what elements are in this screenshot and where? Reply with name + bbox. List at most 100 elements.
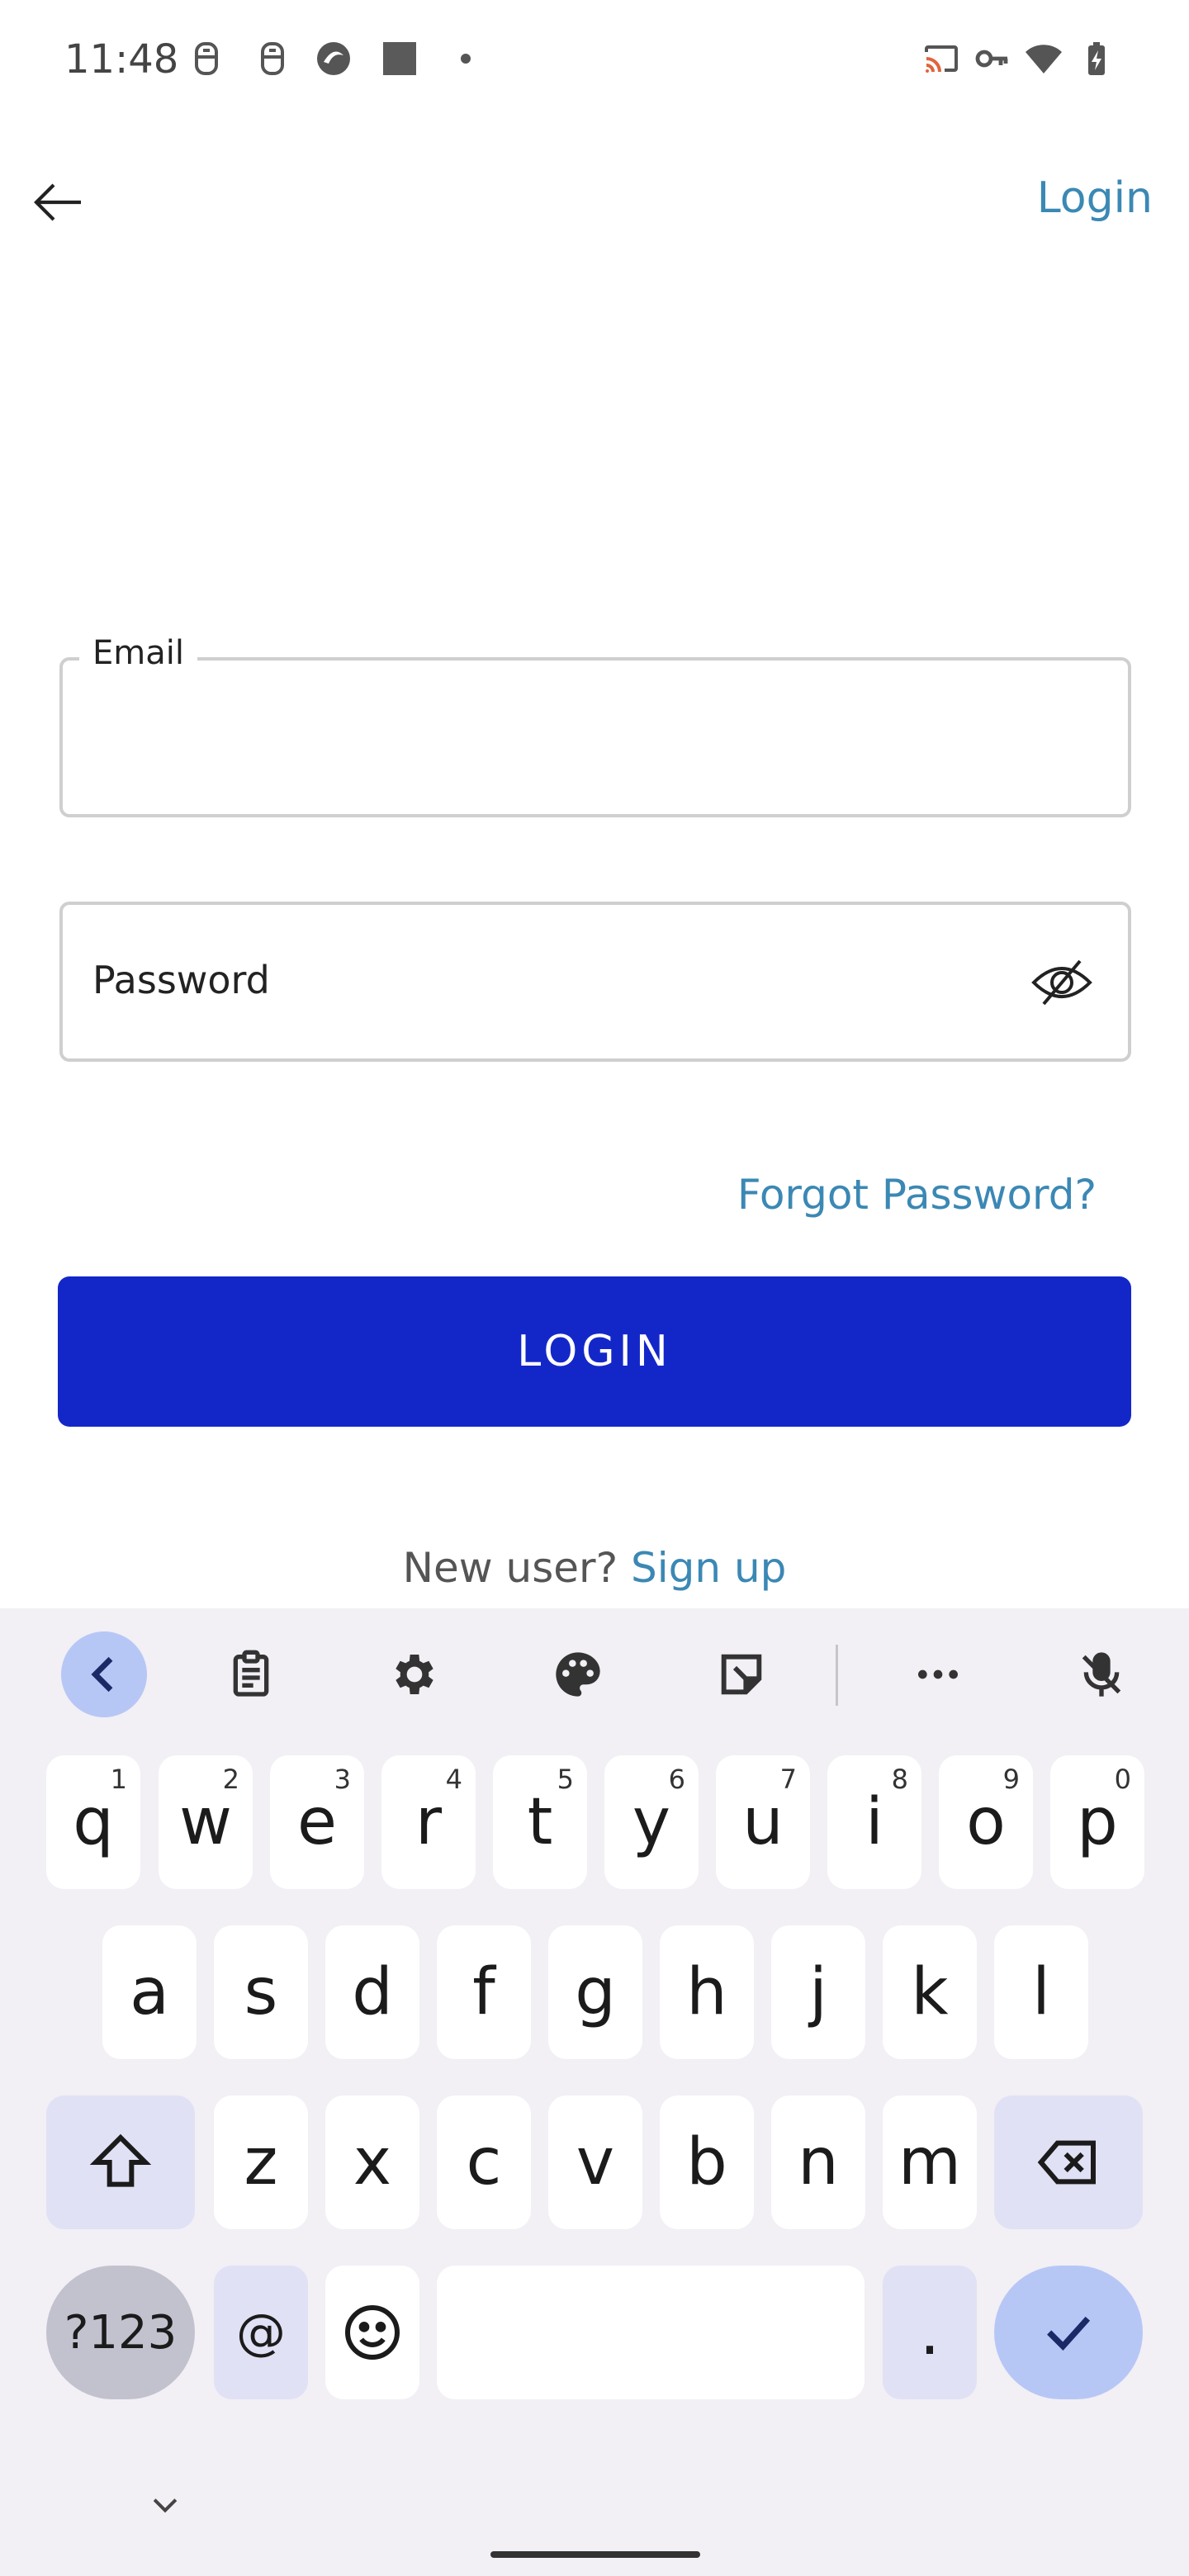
- key-m[interactable]: m: [883, 2095, 977, 2229]
- dot-icon: [446, 38, 486, 79]
- key-hint: 0: [1114, 1764, 1131, 1795]
- keyboard: [0, 1608, 1189, 2576]
- sticker-icon: [721, 1654, 762, 1695]
- key-s[interactable]: s: [214, 1925, 308, 2059]
- more-button[interactable]: [895, 1631, 981, 1717]
- chevron-down-icon: [153, 2498, 178, 2513]
- key-f[interactable]: f: [437, 1925, 531, 2059]
- key-u[interactable]: u7: [716, 1755, 810, 1889]
- voice-input-button[interactable]: [1059, 1631, 1144, 1717]
- more-horizontal-icon: [918, 1669, 958, 1679]
- signup-prefix: New user?: [402, 1544, 618, 1592]
- emoji-key[interactable]: [325, 2266, 419, 2399]
- toolbar-divider: [836, 1645, 838, 1706]
- forgot-password-link[interactable]: Forgot Password?: [737, 1171, 1097, 1219]
- clipboard-icon: [233, 1650, 269, 1697]
- page-title: Login: [1036, 173, 1153, 223]
- sticker-button[interactable]: [699, 1631, 784, 1717]
- hide-keyboard-button[interactable]: [140, 2485, 190, 2526]
- signup-link[interactable]: Sign up: [631, 1544, 786, 1592]
- key-hint: 8: [891, 1764, 908, 1795]
- key-hint: 5: [557, 1764, 574, 1795]
- eye-off-icon: [1031, 959, 1092, 1006]
- key-label: r: [414, 1785, 443, 1859]
- at-key[interactable]: @: [214, 2266, 308, 2399]
- backspace-icon: [1037, 2140, 1096, 2185]
- chevron-left-icon: [91, 1656, 113, 1693]
- key-c[interactable]: c: [437, 2095, 531, 2229]
- key-label: t: [527, 1785, 553, 1859]
- shift-icon: [89, 2133, 152, 2187]
- space-key[interactable]: [437, 2266, 865, 2399]
- vpn-key-icon: [973, 38, 1012, 79]
- key-hint: 7: [779, 1764, 797, 1795]
- settings-button[interactable]: [372, 1631, 457, 1717]
- key-p[interactable]: p0: [1050, 1755, 1144, 1889]
- app-icon: [380, 38, 419, 79]
- key-q[interactable]: q1: [46, 1755, 140, 1889]
- toggle-password-visibility-button[interactable]: [1022, 949, 1101, 1016]
- arrow-left-icon: [34, 183, 81, 221]
- key-hint: 4: [445, 1764, 462, 1795]
- back-button[interactable]: [21, 165, 96, 239]
- key-b[interactable]: b: [660, 2095, 754, 2229]
- key-label: i: [865, 1785, 883, 1859]
- login-button[interactable]: LOGIN: [58, 1276, 1131, 1427]
- gear-icon: [396, 1655, 433, 1694]
- mic-off-icon: [1082, 1652, 1121, 1697]
- key-y[interactable]: y6: [604, 1755, 699, 1889]
- theme-button[interactable]: [535, 1631, 621, 1717]
- key-z[interactable]: z: [214, 2095, 308, 2229]
- key-i[interactable]: i8: [827, 1755, 921, 1889]
- period-key[interactable]: .: [883, 2266, 977, 2399]
- email-label: Email: [79, 634, 197, 672]
- symbols-key[interactable]: ?123: [46, 2266, 195, 2399]
- emoji-icon: [345, 2305, 400, 2360]
- cast-icon: [921, 38, 961, 79]
- home-indicator[interactable]: [490, 2551, 700, 2558]
- key-w[interactable]: w2: [159, 1755, 253, 1889]
- key-v[interactable]: v: [548, 2095, 642, 2229]
- key-e[interactable]: e3: [270, 1755, 364, 1889]
- backspace-key[interactable]: [994, 2095, 1143, 2229]
- key-label: o: [966, 1785, 1006, 1859]
- key-label: p: [1077, 1785, 1118, 1859]
- email-field[interactable]: [59, 657, 1131, 817]
- key-hint: 1: [110, 1764, 127, 1795]
- key-g[interactable]: g: [548, 1925, 642, 2059]
- key-label: q: [73, 1785, 114, 1859]
- key-n[interactable]: n: [771, 2095, 865, 2229]
- key-hint: 6: [668, 1764, 685, 1795]
- shift-key[interactable]: [46, 2095, 195, 2229]
- key-x[interactable]: x: [325, 2095, 419, 2229]
- app-icon: [314, 38, 353, 79]
- key-k[interactable]: k: [883, 1925, 977, 2059]
- key-a[interactable]: a: [102, 1925, 197, 2059]
- keyboard-collapse-button[interactable]: [61, 1631, 147, 1717]
- key-o[interactable]: o9: [939, 1755, 1033, 1889]
- key-j[interactable]: j: [771, 1925, 865, 2059]
- status-time: 11:48: [64, 36, 179, 83]
- palette-icon: [556, 1652, 600, 1697]
- check-icon: [1047, 2316, 1091, 2351]
- key-hint: 2: [222, 1764, 239, 1795]
- key-t[interactable]: t5: [493, 1755, 587, 1889]
- key-label: e: [297, 1785, 337, 1859]
- battery-charging-icon: [1077, 38, 1116, 79]
- key-d[interactable]: d: [325, 1925, 419, 2059]
- key-label: y: [632, 1785, 671, 1859]
- notification-icon: [187, 38, 226, 79]
- notification-icon: [253, 38, 292, 79]
- key-r[interactable]: r4: [381, 1755, 476, 1889]
- key-hint: 9: [1002, 1764, 1020, 1795]
- key-hint: 3: [334, 1764, 351, 1795]
- key-label: w: [179, 1785, 232, 1859]
- enter-key[interactable]: [994, 2266, 1143, 2399]
- key-h[interactable]: h: [660, 1925, 754, 2059]
- key-label: u: [742, 1785, 784, 1859]
- password-placeholder: Password: [92, 958, 270, 1002]
- wifi-icon: [1024, 38, 1063, 79]
- clipboard-button[interactable]: [208, 1631, 294, 1717]
- signup-row: New user? Sign up: [0, 1544, 1189, 1592]
- key-l[interactable]: l: [994, 1925, 1088, 2059]
